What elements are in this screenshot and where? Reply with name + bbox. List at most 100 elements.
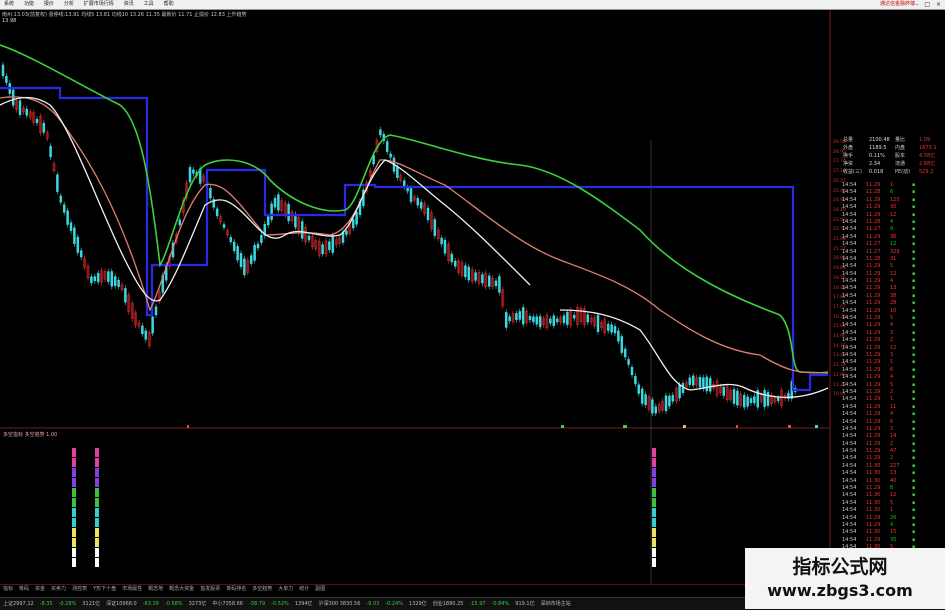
candle-body xyxy=(1,64,5,77)
tab-item[interactable]: Y形下十盘 xyxy=(90,585,119,593)
tick-row: 14:54 11.30 12 ▪ xyxy=(842,492,916,499)
close-icon[interactable]: × xyxy=(934,0,943,9)
candle-body xyxy=(402,180,406,187)
tab-item[interactable]: 副图 xyxy=(312,585,328,593)
candle-body xyxy=(532,316,535,323)
tick-row: 14:54 11.29 3 ▪ xyxy=(842,329,916,336)
candle-body xyxy=(66,210,69,225)
candle-body xyxy=(93,276,97,282)
tick-row: 14:54 11.29 12 ▪ xyxy=(842,344,916,351)
candle-body xyxy=(385,141,389,152)
candle-body xyxy=(623,348,627,358)
tick-row: 14:54 11.29 2 ▪ xyxy=(842,337,916,344)
tab-item[interactable]: 资金 xyxy=(32,585,48,593)
candle-body xyxy=(90,276,93,284)
quote-label: 量比 xyxy=(895,137,906,143)
tab-item[interactable]: 统计 xyxy=(296,585,312,593)
candle-body xyxy=(243,258,246,276)
indicator-tabs: 指标 筹码 资金 买卖力 测控表 Y形下十盘 市场属性 概念地 概念大资金 首发股票 筹码排名 多空趋… xyxy=(0,584,830,593)
candle-body xyxy=(549,318,552,324)
tick-row: 14:54 11.29 35 ▪ xyxy=(842,536,916,543)
candle-body xyxy=(433,219,437,236)
indicator-segment xyxy=(95,558,99,567)
quote-label: 流通 xyxy=(895,161,906,167)
candle-body xyxy=(215,208,219,217)
tick-row: 14:54 11.27 329 ▪ xyxy=(842,248,916,255)
tick-row: 14:54 11.29 1 ▪ xyxy=(842,359,916,366)
tab-item[interactable]: 筹码 xyxy=(16,585,32,593)
candle-body xyxy=(705,376,709,392)
tick-row: 14:54 11.29 36 ▪ xyxy=(842,233,916,240)
candle-body xyxy=(766,392,770,406)
tab-item[interactable]: 买卖力 xyxy=(48,585,69,593)
tab-item[interactable]: 筹码排名 xyxy=(223,585,249,593)
candle-body xyxy=(345,230,348,235)
tab-item[interactable]: 测控表 xyxy=(69,585,90,593)
tab-item[interactable]: 多空趋势 xyxy=(249,585,275,593)
tab-item[interactable]: 市场属性 xyxy=(119,585,145,593)
tab-item[interactable]: 大单力 xyxy=(275,585,296,593)
candle-body xyxy=(644,394,647,405)
quote-row: 净资 2.34 流通 2.68亿 xyxy=(831,160,941,168)
candle-body xyxy=(416,198,420,206)
candle-body xyxy=(566,311,569,325)
status-item: 3273亿 xyxy=(188,601,207,607)
candle-body xyxy=(49,145,52,158)
quote-row: 总量 2100.48 量比 1.09 xyxy=(831,136,941,144)
tab-item[interactable]: 指标 xyxy=(0,585,16,593)
candle-body xyxy=(396,166,399,178)
tab-item[interactable]: 概念大资金 xyxy=(166,585,197,593)
kline-chart[interactable] xyxy=(0,10,831,584)
indicator-segment xyxy=(95,448,99,457)
menu-item-analysis[interactable]: 分析 xyxy=(60,0,78,9)
menu-item-system[interactable]: 系统 xyxy=(0,0,18,9)
menu-item-quote[interactable]: 报价 xyxy=(40,0,58,9)
quote-row: 收益(三) 0.018 PE(动) 529.2 xyxy=(831,168,941,176)
tick-row: 14:54 11.29 47 ▪ xyxy=(842,448,916,455)
candle-body xyxy=(188,167,192,183)
status-item: 919.1亿 xyxy=(515,601,535,607)
candle-body xyxy=(586,314,590,323)
candle-body xyxy=(266,216,270,226)
indicator-segment xyxy=(95,508,99,517)
watermark-title: 指标公式网 xyxy=(792,556,888,578)
indicator-segment xyxy=(652,478,656,487)
tab-item[interactable]: 概念地 xyxy=(145,585,166,593)
candle-body xyxy=(613,326,617,334)
candle-body xyxy=(59,195,63,203)
watermark-url: www.zbgs3.com xyxy=(767,581,913,600)
candle-body xyxy=(249,255,253,264)
candle-body xyxy=(538,316,542,328)
tick-row: 14:54 11.28 6 ▪ xyxy=(842,189,916,196)
indicator-header: 多空指标 多空趋势 1.00 xyxy=(3,432,58,438)
menu-item-function[interactable]: 功能 xyxy=(20,0,38,9)
menu-item-help[interactable]: 帮助 xyxy=(160,0,178,9)
candle-body xyxy=(209,188,212,199)
tick-row: 14:54 11.29 11 ▪ xyxy=(842,403,916,410)
tick-list[interactable]: 14:54 11.29 1 ▪ 14:54 11.28 6 ▪ 14:54 11.29 125 ▪ 14… xyxy=(842,182,942,559)
indicator-segment xyxy=(72,528,76,537)
menu-item-ext-market[interactable]: 扩展市场行情 xyxy=(80,0,118,9)
candle-body xyxy=(736,390,739,406)
tick-row: 14:54 11.29 4 ▪ xyxy=(842,278,916,285)
candle-body xyxy=(107,271,110,282)
menu-item-info[interactable]: 资讯 xyxy=(120,0,138,9)
candle-body xyxy=(256,243,260,249)
candle-body xyxy=(42,122,46,133)
candle-body xyxy=(124,288,127,303)
maximize-icon[interactable]: □ xyxy=(922,0,932,9)
menu-item-tools[interactable]: 工具 xyxy=(140,0,158,9)
status-item: 深证10968.0 xyxy=(106,601,137,607)
indicator-segment xyxy=(72,488,76,497)
tick-row: 14:54 11.29 125 ▪ xyxy=(842,196,916,203)
candle-body xyxy=(96,272,100,283)
indicator-segment xyxy=(652,458,656,467)
tick-row: 14:54 11.29 4 ▪ xyxy=(842,411,916,418)
indicator-segment xyxy=(95,488,99,497)
candle-body xyxy=(79,250,83,258)
candle-body xyxy=(702,377,705,389)
candle-body xyxy=(691,375,695,386)
candle-body xyxy=(389,153,392,158)
minimize-icon[interactable]: – xyxy=(913,0,920,9)
tab-item[interactable]: 首发股票 xyxy=(197,585,223,593)
